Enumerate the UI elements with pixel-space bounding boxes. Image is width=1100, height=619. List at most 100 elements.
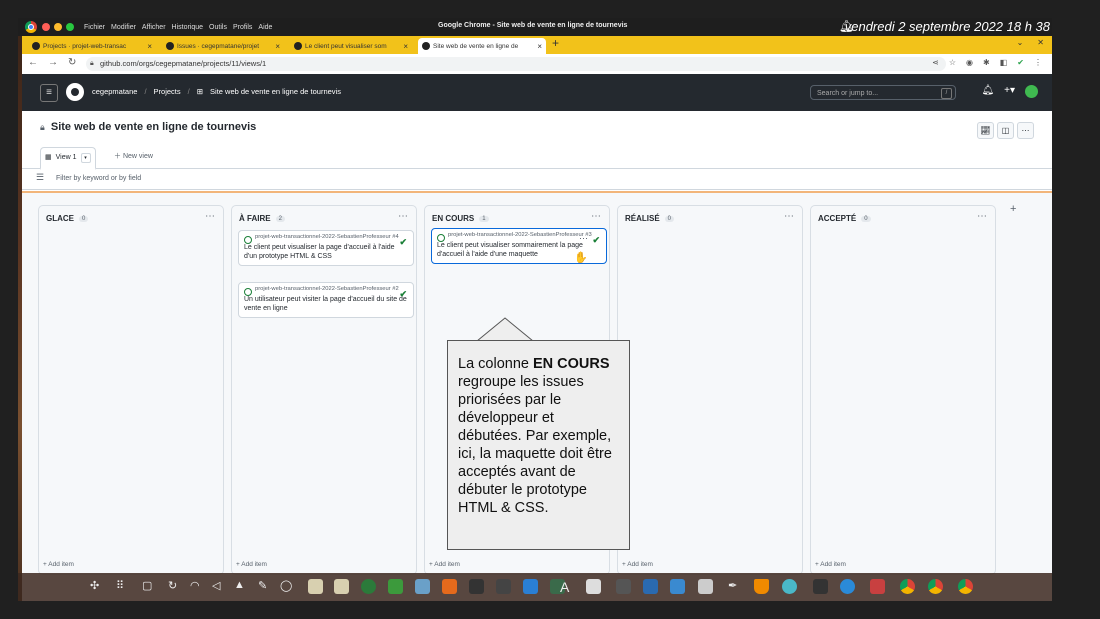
close-tab-icon[interactable]: × xyxy=(537,42,542,51)
menu-outils[interactable]: Outils xyxy=(209,24,227,31)
print-icon[interactable] xyxy=(698,579,713,594)
browser-tab-issue-detail[interactable]: Le client peut visualiser som × xyxy=(290,38,412,54)
github-logo-icon[interactable] xyxy=(66,83,84,101)
analytics-icon[interactable] xyxy=(670,579,685,594)
apps-grid-icon[interactable]: ⠿ xyxy=(116,579,124,592)
tab-search-icon[interactable]: ⌄ xyxy=(1017,38,1024,47)
vlc-icon[interactable] xyxy=(754,579,769,594)
screen-icon[interactable] xyxy=(586,579,601,594)
breadcrumb-project[interactable]: Site web de vente en ligne de tournevis xyxy=(210,87,341,96)
issue-card[interactable]: projet-web-transactionnel-2022-Sebastien… xyxy=(238,282,414,318)
wifi-icon[interactable]: ◠ xyxy=(190,579,200,592)
card-repo[interactable]: projet-web-transactionnel-2022-Sebastien… xyxy=(255,286,399,292)
column-more-icon[interactable]: ⋯ xyxy=(784,211,794,222)
search-input[interactable]: Search or jump to... / xyxy=(810,85,956,100)
virtualbox-icon[interactable] xyxy=(415,579,430,594)
terminal-icon[interactable] xyxy=(469,579,484,594)
card-title[interactable]: Un utilisateur peut visiter la page d'ac… xyxy=(244,295,408,313)
launcher-icon[interactable]: ✣ xyxy=(90,579,99,592)
chevron-down-icon[interactable]: ▾ xyxy=(80,153,91,163)
notes2-icon[interactable] xyxy=(334,579,349,594)
browser-menu-icon[interactable]: ⋮ xyxy=(1034,58,1042,67)
extension-check-icon[interactable]: ✔ xyxy=(1017,58,1024,67)
notifications-icon[interactable]: 🔔︎ xyxy=(981,85,994,98)
star-icon[interactable]: ☆ xyxy=(949,58,956,67)
chat-icon[interactable] xyxy=(782,579,797,594)
menu-aide[interactable]: Aide xyxy=(258,24,272,31)
pen-icon[interactable]: ✎ xyxy=(258,579,267,592)
lock-icon[interactable]: 🔒︎ xyxy=(90,57,94,71)
window-icon[interactable]: ▢ xyxy=(142,579,152,592)
circle-icon[interactable]: ◯ xyxy=(280,579,292,592)
brush-icon[interactable]: ✒ xyxy=(728,579,737,592)
filter-icon[interactable]: ☰ xyxy=(36,172,44,183)
card-title[interactable]: Le client peut visualiser la page d'accu… xyxy=(244,243,408,261)
maximize-window-button[interactable] xyxy=(66,23,74,31)
tab-view-1[interactable]: ▦ View 1 ▾ xyxy=(40,147,96,170)
refresh-icon[interactable]: ↻ xyxy=(168,579,177,592)
forward-icon[interactable]: → xyxy=(48,57,58,68)
browser-tab-projects[interactable]: Projects · projet-web-transac × xyxy=(28,38,156,54)
camera-icon[interactable]: ◉ xyxy=(966,58,973,67)
close-tab-icon[interactable]: × xyxy=(147,42,152,51)
calculator-icon[interactable] xyxy=(616,579,631,594)
new-tab-button[interactable]: + xyxy=(552,36,559,50)
chrome-icon[interactable] xyxy=(900,579,915,594)
column-more-icon[interactable]: ⋯ xyxy=(591,211,601,222)
browser-tab-active[interactable]: Site web de vente en ligne de × xyxy=(418,38,546,54)
column-more-icon[interactable]: ⋯ xyxy=(977,211,987,222)
create-new-icon[interactable]: +▾ xyxy=(1004,85,1015,98)
browser-tab-issues[interactable]: Issues · cegepmatane/projet × xyxy=(162,38,284,54)
card-repo[interactable]: projet-web-transactionnel-2022-Sebastien… xyxy=(448,232,592,238)
insights-icon[interactable]: 📈︎ xyxy=(977,122,994,139)
reload-icon[interactable]: ↻ xyxy=(68,57,76,68)
card-repo[interactable]: projet-web-transactionnel-2022-Sebastien… xyxy=(255,234,399,240)
font-icon[interactable]: A xyxy=(560,579,569,595)
filter-input[interactable]: Filter by keyword or by field xyxy=(56,175,141,182)
menu-fichier[interactable]: Fichier xyxy=(84,24,105,31)
minimize-window-button[interactable] xyxy=(54,23,62,31)
breadcrumb-org[interactable]: cegepmatane xyxy=(92,87,137,96)
terminal3-icon[interactable] xyxy=(813,579,828,594)
more-options-icon[interactable]: ⋯ xyxy=(1017,122,1034,139)
globe-icon[interactable] xyxy=(361,579,376,594)
add-column-button[interactable]: + xyxy=(1010,203,1016,215)
avatar[interactable] xyxy=(1025,85,1038,98)
kde-icon[interactable] xyxy=(840,579,855,594)
add-item-button[interactable]: + Add item xyxy=(815,561,846,568)
share-icon[interactable]: ⋖ xyxy=(932,58,939,67)
sidepanel-icon[interactable]: ◧ xyxy=(1000,58,1008,67)
volume-icon[interactable]: ◁ xyxy=(212,579,220,592)
menu-modifier[interactable]: Modifier xyxy=(111,24,136,31)
menu-profils[interactable]: Profils xyxy=(233,24,252,31)
menu-historique[interactable]: Historique xyxy=(172,24,204,31)
arrow-up-icon[interactable]: ▲ xyxy=(234,579,245,591)
add-item-button[interactable]: + Add item xyxy=(429,561,460,568)
notes-icon[interactable] xyxy=(308,579,323,594)
close-tab-icon[interactable]: × xyxy=(403,42,408,51)
issue-card-selected[interactable]: projet-web-transactionnel-2022-Sebastien… xyxy=(431,228,607,264)
card-more-icon[interactable]: ⋯ xyxy=(579,233,588,244)
add-item-button[interactable]: + Add item xyxy=(43,561,74,568)
column-more-icon[interactable]: ⋯ xyxy=(398,211,408,222)
folder-icon[interactable] xyxy=(870,579,885,594)
chrome-icon[interactable] xyxy=(25,21,37,33)
add-item-button[interactable]: + Add item xyxy=(236,561,267,568)
menu-afficher[interactable]: Afficher xyxy=(142,24,166,31)
hamburger-menu-icon[interactable]: ≡ xyxy=(40,84,58,102)
close-tab-icon[interactable]: × xyxy=(275,42,280,51)
issue-card[interactable]: projet-web-transactionnel-2022-Sebastien… xyxy=(238,230,414,266)
sublime-icon[interactable] xyxy=(442,579,457,594)
chrome-icon[interactable] xyxy=(928,579,943,594)
back-icon[interactable]: ← xyxy=(28,57,38,68)
add-item-button[interactable]: + Add item xyxy=(622,561,653,568)
vscode-icon[interactable] xyxy=(523,579,538,594)
breadcrumb-projects[interactable]: Projects xyxy=(154,87,181,96)
url-input[interactable]: 🔒︎ github.com/orgs/cegepmatane/projects/… xyxy=(86,57,946,71)
chrome-icon[interactable] xyxy=(958,579,973,594)
extensions-icon[interactable]: ✱ xyxy=(983,58,990,67)
column-more-icon[interactable]: ⋯ xyxy=(205,211,215,222)
new-view-button[interactable]: ＋ New view xyxy=(114,151,153,161)
close-window-button[interactable] xyxy=(42,23,50,31)
side-panel-icon[interactable]: ◫ xyxy=(997,122,1014,139)
